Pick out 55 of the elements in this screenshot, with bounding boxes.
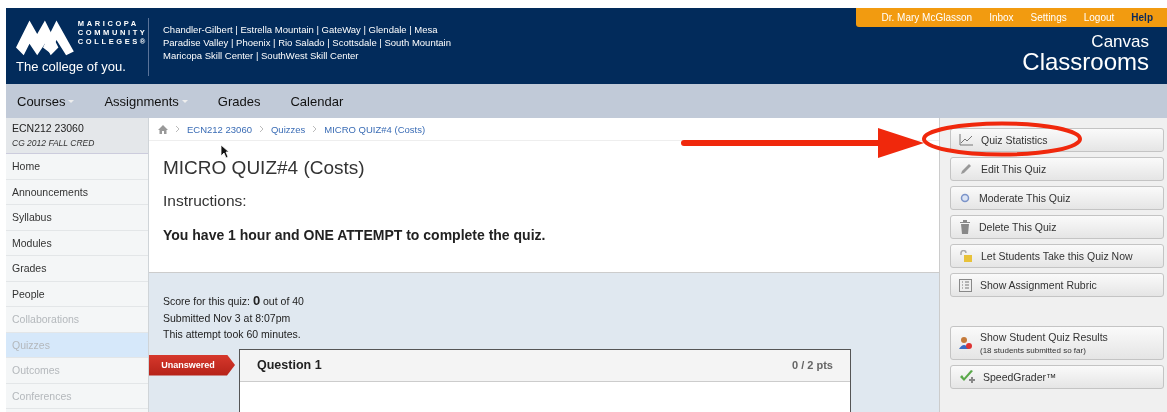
quiz-title: MICRO QUIZ#4 (Costs) [163, 157, 366, 179]
nav-menu-item[interactable]: Courses [17, 93, 75, 109]
action-button[interactable]: Moderate This Quiz [950, 186, 1164, 210]
sidebar-item[interactable]: People [6, 281, 148, 307]
status-flag: Unanswered [149, 354, 235, 376]
circle-icon [959, 192, 971, 204]
action-button[interactable]: Show Assignment Rubric [950, 273, 1164, 297]
chevron-icon [258, 125, 264, 133]
caret-icon [181, 99, 188, 103]
action-button[interactable]: Edit This Quiz [950, 157, 1164, 181]
breadcrumb-link[interactable]: MICRO QUIZ#4 (Costs) [324, 123, 426, 135]
action-button[interactable]: SpeedGrader™ [950, 365, 1164, 389]
action-button[interactable]: Quiz Statistics [950, 128, 1164, 152]
course-code: ECN212 23060 [12, 122, 85, 134]
college-links[interactable]: Maricopa Skill Center | SouthWest Skill Center [163, 49, 451, 62]
people-icon [959, 336, 972, 350]
question-points: 0 / 2 pts [792, 359, 833, 371]
line-chart-icon [959, 134, 973, 146]
submitted-text: Submitted Nov 3 at 8:07pm [162, 310, 292, 326]
question-title: Question 1 [257, 358, 322, 372]
chevron-icon [312, 125, 318, 133]
breadcrumb-link[interactable]: Quizzes [270, 123, 306, 135]
check-icon [959, 370, 975, 384]
brand-title: Canvas [1091, 33, 1149, 50]
college-links[interactable]: Paradise Valley | Phoenix | Rio Salado | Scottsdale | South Mountain [163, 36, 451, 49]
instructions-text: You have 1 hour and ONE ATTEMPT to complete the quiz. [163, 227, 547, 243]
sidebar-item[interactable]: Home [6, 154, 148, 180]
trash-icon [959, 220, 971, 234]
breadcrumb-link[interactable]: ECN212 23060 [187, 123, 252, 135]
chevron-icon [175, 125, 180, 133]
home-icon[interactable] [158, 124, 168, 134]
mouse-cursor-icon [220, 144, 230, 159]
mountain-logo-icon [16, 18, 74, 56]
brand-title: Classrooms [1022, 50, 1149, 74]
nav-menu-item[interactable]: Assignments [104, 93, 188, 109]
nav-menu-item[interactable]: Calendar [290, 93, 344, 109]
action-button[interactable]: Show Student Quiz Results (18 students submitted so far) [950, 326, 1164, 360]
instructions-heading: Instructions: [163, 192, 248, 210]
header-link[interactable]: Help [1131, 12, 1153, 23]
caret-icon [68, 99, 75, 103]
college-links[interactable]: Chandler-Gilbert | Estrella Mountain | GateWay | Glendale | Mesa [163, 23, 451, 36]
course-term: CG 2012 FALL CRED [12, 138, 96, 148]
sidebar-item[interactable]: Announcements [6, 179, 148, 205]
pencil-icon [959, 163, 973, 175]
tagline: The college of you. [16, 59, 127, 74]
sidebar-item[interactable]: Syllabus [6, 205, 148, 231]
padlock-icon [959, 250, 973, 262]
score-text: Score for this quiz: 0 out of 40 [162, 293, 305, 310]
sidebar-item[interactable]: Grades [6, 256, 148, 282]
list-icon [959, 278, 972, 292]
duration-text: This attempt took 60 minutes. [162, 327, 302, 342]
action-button[interactable]: Let Students Take this Quiz Now [950, 244, 1164, 268]
action-button[interactable]: Delete This Quiz [950, 215, 1164, 239]
sidebar-item[interactable]: Modules [6, 230, 148, 256]
nav-menu-item[interactable]: Grades [217, 93, 261, 109]
